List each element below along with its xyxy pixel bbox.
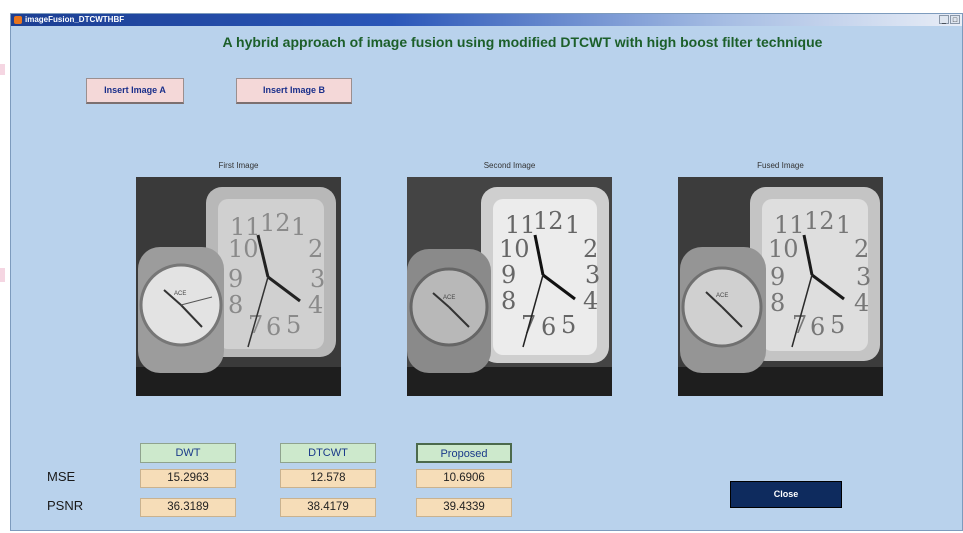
svg-text:2: 2 (854, 235, 869, 263)
window-title: imageFusion_DTCWTHBF (25, 15, 125, 24)
insert-image-b-button[interactable]: Insert Image B (236, 78, 352, 104)
svg-text:9: 9 (501, 261, 516, 289)
svg-text:4: 4 (583, 287, 598, 315)
svg-text:4: 4 (308, 291, 323, 319)
psnr-dtcwt-value: 38.4179 (280, 498, 376, 517)
svg-text:10: 10 (228, 235, 259, 263)
mse-label: MSE (47, 469, 76, 484)
svg-text:8: 8 (770, 289, 785, 317)
svg-text:1: 1 (291, 213, 306, 241)
svg-text:7: 7 (248, 311, 263, 339)
minimize-button[interactable]: _ (939, 15, 949, 24)
clock-image-first: 11 12 1 10 2 93 84 765 ACE (136, 177, 341, 396)
svg-text:ACE: ACE (716, 293, 728, 299)
dwt-header-button[interactable]: DWT (140, 443, 236, 463)
svg-text:9: 9 (228, 265, 243, 293)
svg-text:5: 5 (561, 311, 576, 339)
clock-image-second: 11121 102 93 84 765 ACE (407, 177, 612, 396)
maximize-button[interactable]: □ (950, 15, 960, 24)
svg-text:3: 3 (856, 263, 871, 291)
fused-image-caption: Fused Image (757, 161, 804, 170)
svg-text:6: 6 (266, 313, 281, 341)
svg-text:1: 1 (565, 211, 580, 239)
first-image-caption: First Image (218, 161, 259, 170)
svg-text:10: 10 (499, 235, 530, 263)
svg-text:4: 4 (854, 289, 869, 317)
svg-text:7: 7 (792, 311, 807, 339)
svg-text:9: 9 (770, 263, 785, 291)
fused-image: 11 12 1 10 2 93 84 765 ACE (678, 177, 883, 396)
svg-text:2: 2 (583, 235, 598, 263)
second-image: 11121 102 93 84 765 ACE (407, 177, 612, 396)
svg-text:3: 3 (310, 265, 325, 293)
psnr-proposed-value: 39.4339 (416, 498, 512, 517)
svg-text:ACE: ACE (443, 295, 455, 301)
clock-image-fused: 11 12 1 10 2 93 84 765 ACE (678, 177, 883, 396)
svg-text:8: 8 (228, 291, 243, 319)
close-button[interactable]: Close (730, 481, 842, 508)
svg-text:12: 12 (260, 209, 291, 237)
svg-text:6: 6 (541, 313, 556, 341)
page-title: A hybrid approach of image fusion using … (222, 34, 823, 50)
insert-image-a-button[interactable]: Insert Image A (86, 78, 184, 104)
svg-text:1: 1 (836, 211, 851, 239)
watermark-left-2 (0, 268, 5, 282)
dtcwt-header-button[interactable]: DTCWT (280, 443, 376, 463)
first-image: 11 12 1 10 2 93 84 765 ACE (136, 177, 341, 396)
mse-dtcwt-value: 12.578 (280, 469, 376, 488)
svg-text:3: 3 (585, 261, 600, 289)
svg-text:ACE: ACE (174, 291, 186, 297)
window-controls: _ □ (939, 15, 960, 24)
svg-text:5: 5 (286, 311, 301, 339)
psnr-dwt-value: 36.3189 (140, 498, 236, 517)
svg-text:8: 8 (501, 287, 516, 315)
svg-text:2: 2 (308, 235, 323, 263)
svg-text:12: 12 (533, 207, 564, 235)
svg-text:6: 6 (810, 313, 825, 341)
svg-text:5: 5 (830, 311, 845, 339)
app-window: imageFusion_DTCWTHBF _ □ A hybrid approa… (10, 13, 963, 531)
proposed-header-button[interactable]: Proposed (416, 443, 512, 463)
second-image-caption: Second Image (483, 161, 536, 170)
title-bar[interactable]: imageFusion_DTCWTHBF _ □ (11, 14, 962, 26)
svg-text:10: 10 (768, 235, 799, 263)
mse-proposed-value: 10.6906 (416, 469, 512, 488)
svg-text:12: 12 (804, 207, 835, 235)
watermark-left-1 (0, 64, 5, 75)
mse-dwt-value: 15.2963 (140, 469, 236, 488)
matlab-icon (14, 16, 22, 24)
psnr-label: PSNR (47, 498, 84, 513)
